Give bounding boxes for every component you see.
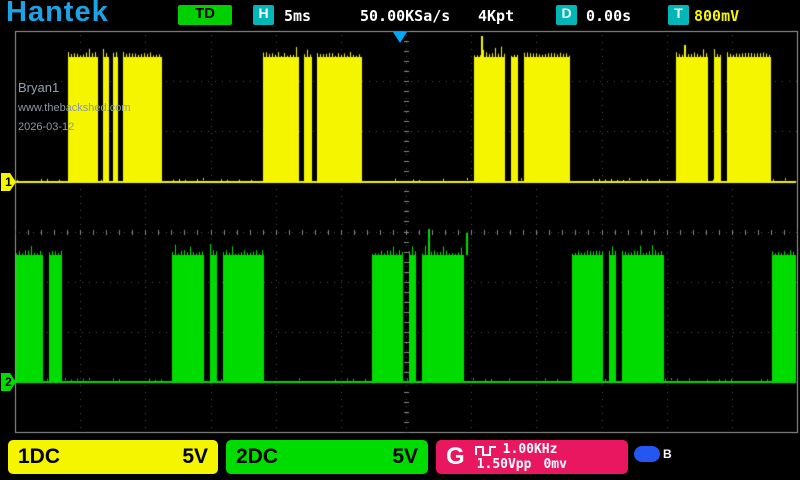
screen-annotation: Bryan1 www.thebackshed.com 2026-03-12 bbox=[18, 80, 131, 133]
generator-frequency: 1.00KHz bbox=[503, 442, 558, 457]
generator-amplitude: 1.50Vpp bbox=[477, 457, 532, 472]
timebase-readout: 5ms bbox=[284, 7, 311, 25]
top-status-bar: Hantek TD H 5ms 50.00KSa/s 4Kpt D 0.00s … bbox=[0, 0, 800, 30]
generator-label: G bbox=[446, 443, 465, 471]
ch2-marker-number: 2 bbox=[5, 375, 12, 389]
sample-rate-readout: 50.00KSa/s bbox=[360, 7, 450, 25]
square-wave-icon bbox=[475, 444, 497, 456]
brand-logo: Hantek bbox=[6, 0, 109, 29]
annotation-url: www.thebackshed.com bbox=[18, 102, 131, 114]
generator-readouts: 1.00KHz 1.50Vpp 0mv bbox=[475, 442, 567, 472]
bottom-status-bar: 1DC 5V 2DC 5V G 1.00KHz 1.50Vpp 0mv bbox=[0, 436, 800, 480]
trigger-icon: T bbox=[668, 5, 689, 25]
usb-b-label: B bbox=[663, 447, 672, 461]
oscilloscope-screen: Hantek TD H 5ms 50.00KSa/s 4Kpt D 0.00s … bbox=[0, 0, 800, 480]
ch2-status-box: 2DC 5V bbox=[226, 440, 428, 474]
delay-icon: D bbox=[556, 5, 577, 25]
ch1-coupling-label: 1DC bbox=[18, 445, 60, 469]
memory-depth-readout: 4Kpt bbox=[478, 7, 514, 25]
ch2-coupling-label: 2DC bbox=[236, 445, 278, 469]
annotation-name: Bryan1 bbox=[18, 80, 131, 95]
ch1-volts-div: 5V bbox=[182, 445, 208, 469]
ch2-volts-div: 5V bbox=[392, 445, 418, 469]
generator-status-box: G 1.00KHz 1.50Vpp 0mv bbox=[436, 440, 628, 474]
trigger-status-badge: TD bbox=[178, 5, 232, 25]
waveform-display bbox=[0, 0, 800, 480]
ch1-marker-number: 1 bbox=[5, 175, 12, 189]
usb-indicator: B bbox=[634, 446, 672, 462]
delay-readout: 0.00s bbox=[586, 7, 631, 25]
annotation-date: 2026-03-12 bbox=[18, 121, 131, 133]
ch1-status-box: 1DC 5V bbox=[8, 440, 218, 474]
horizontal-icon: H bbox=[253, 5, 274, 25]
trigger-level-readout: 800mV bbox=[694, 7, 739, 25]
usb-icon bbox=[634, 446, 660, 462]
generator-offset: 0mv bbox=[543, 457, 566, 472]
